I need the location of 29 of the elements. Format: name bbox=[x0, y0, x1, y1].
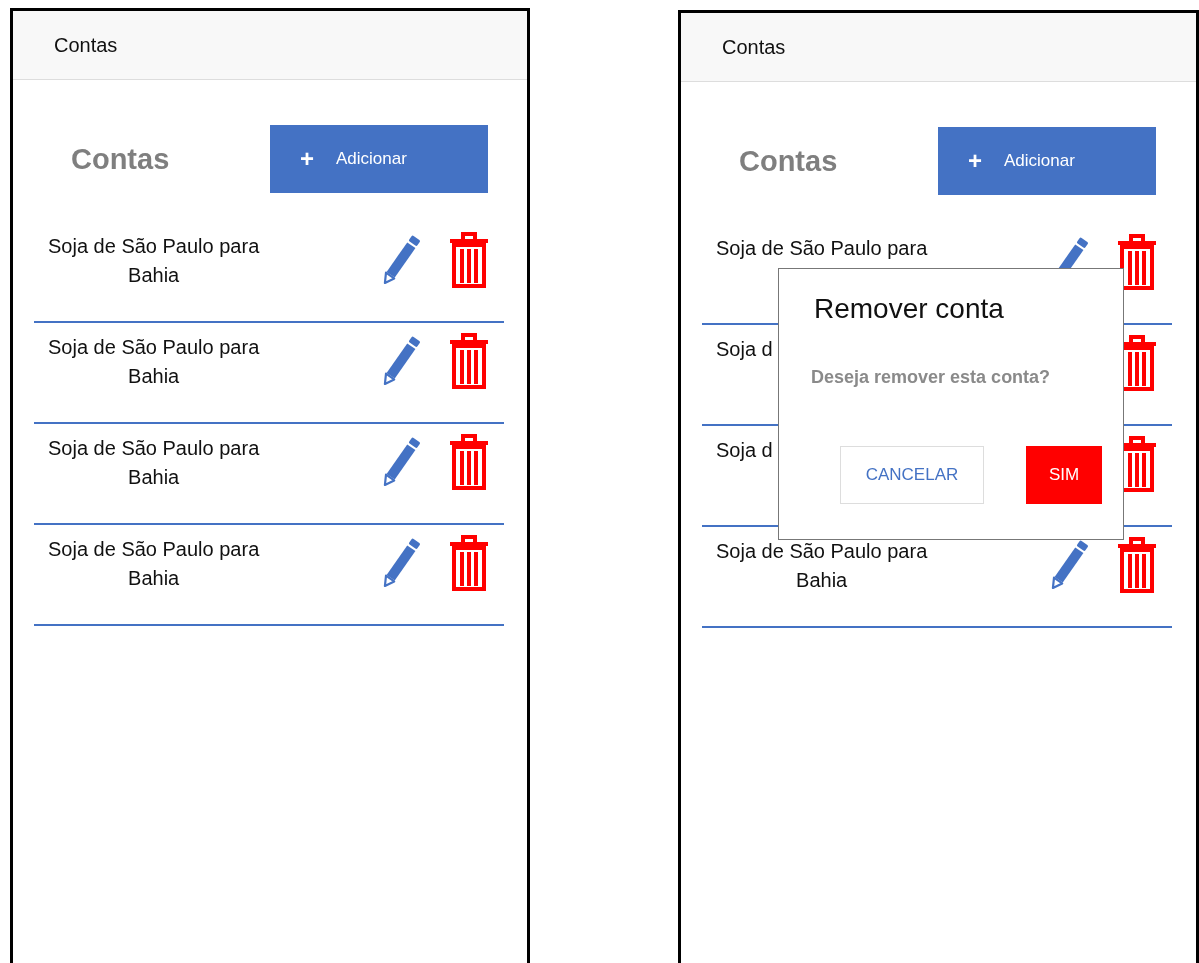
cancel-button[interactable]: CANCELAR bbox=[840, 446, 984, 504]
account-name: Bahia bbox=[796, 568, 848, 593]
trash-icon[interactable] bbox=[448, 433, 490, 491]
account-name: Bahia bbox=[128, 465, 180, 490]
account-name: Soja de São Paulo para bbox=[48, 234, 260, 259]
add-button[interactable]: + Adicionar bbox=[270, 125, 488, 193]
account-name: Soja de São Paulo para bbox=[48, 537, 260, 562]
account-name: Bahia bbox=[128, 364, 180, 389]
trash-icon[interactable] bbox=[448, 332, 490, 390]
trash-icon[interactable] bbox=[1116, 536, 1158, 594]
account-name: Soja d bbox=[716, 337, 773, 362]
account-name: Bahia bbox=[128, 566, 180, 591]
page-heading: Contas bbox=[71, 142, 171, 176]
account-name: Soja d bbox=[716, 438, 773, 463]
app-bar-title: Contas bbox=[54, 33, 118, 57]
account-name: Soja de São Paulo para bbox=[716, 539, 928, 564]
account-name: Soja de São Paulo para bbox=[48, 335, 260, 360]
add-button[interactable]: + Adicionar bbox=[938, 127, 1156, 195]
confirm-button[interactable]: SIM bbox=[1026, 446, 1102, 504]
trash-icon[interactable] bbox=[448, 534, 490, 592]
dialog-title: Remover conta bbox=[814, 293, 1005, 325]
app-bar-title: Contas bbox=[722, 35, 786, 59]
trash-icon[interactable] bbox=[1116, 233, 1158, 291]
dialog-message: Deseja remover esta conta? bbox=[811, 367, 1052, 388]
page-heading: Contas bbox=[739, 144, 839, 178]
trash-icon[interactable] bbox=[448, 231, 490, 289]
account-name: Bahia bbox=[128, 263, 180, 288]
account-name: Soja de São Paulo para bbox=[716, 236, 928, 261]
account-name: Soja de São Paulo para bbox=[48, 436, 260, 461]
